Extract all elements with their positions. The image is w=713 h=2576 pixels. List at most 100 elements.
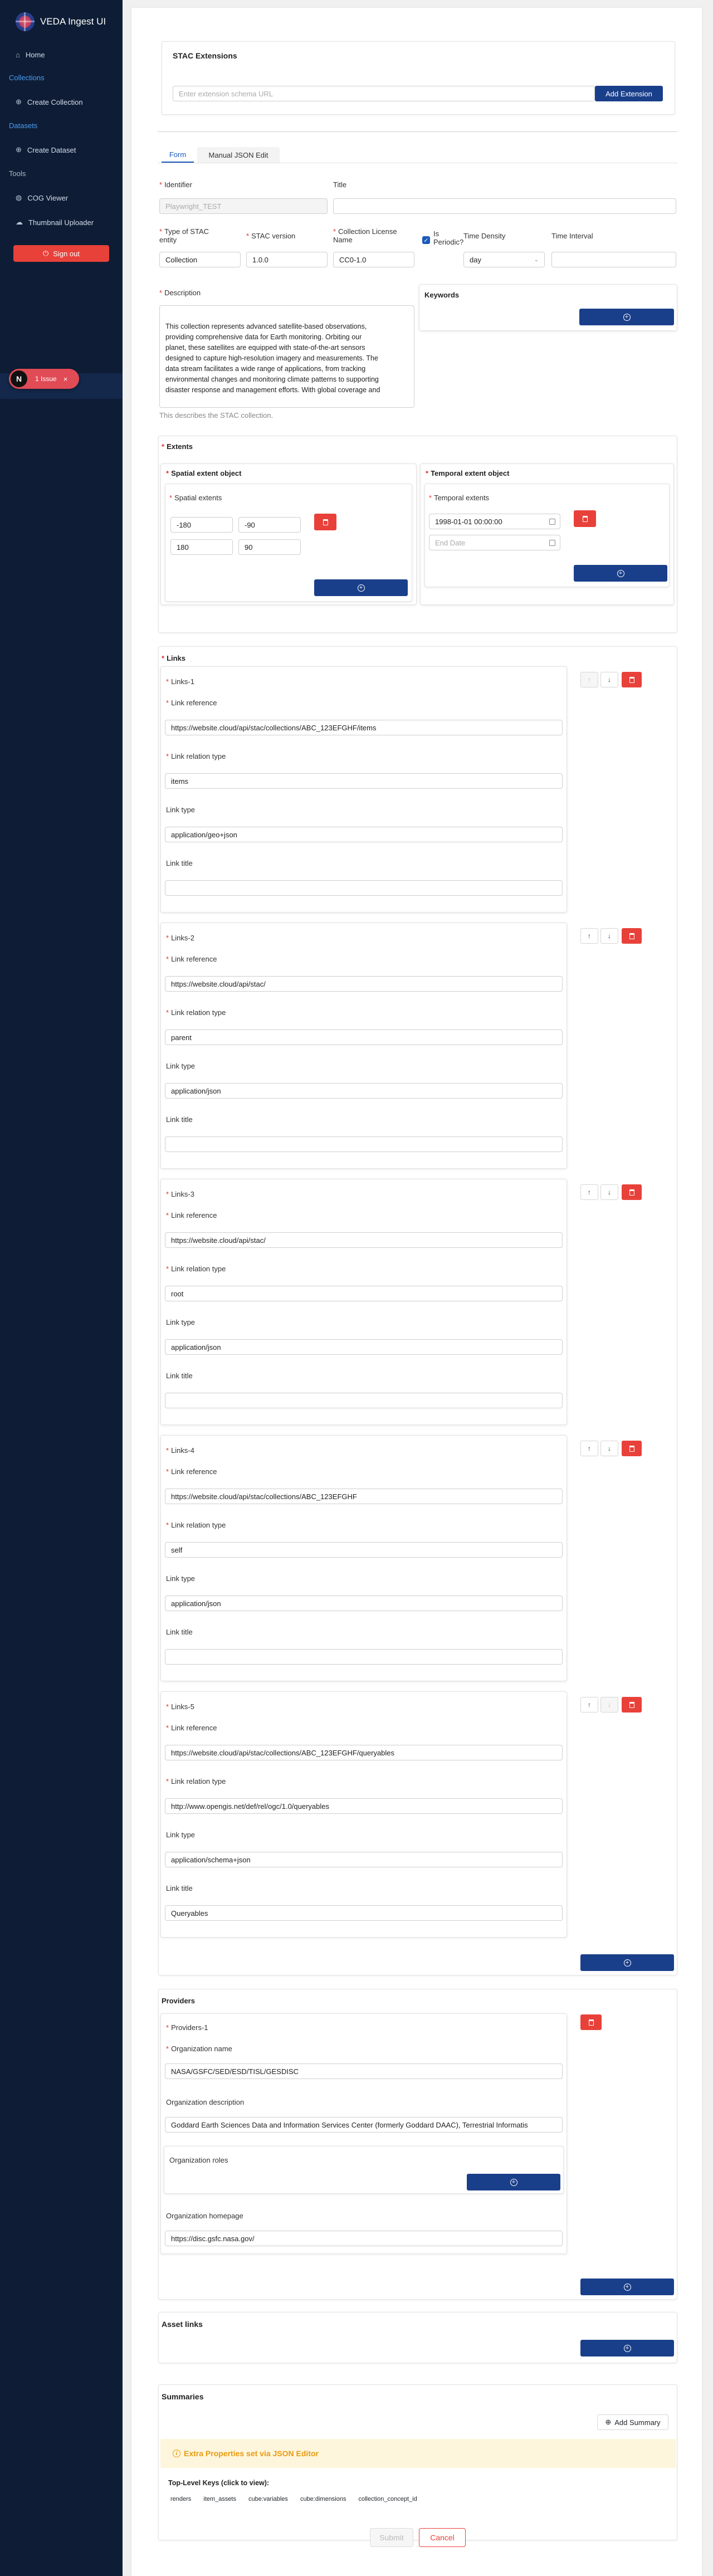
key-chip[interactable]: item_assets: [200, 2494, 240, 2505]
add-spatial-extent-button[interactable]: +: [314, 579, 408, 596]
sidebar-item-cog-viewer[interactable]: ◍ COG Viewer: [0, 191, 123, 205]
remove-link-button[interactable]: [622, 928, 642, 944]
move-up-button[interactable]: ↑: [580, 928, 598, 944]
link-type-input[interactable]: application/geo+json: [165, 827, 563, 842]
app-brand[interactable]: VEDA Ingest UI: [16, 12, 106, 31]
time-interval-input[interactable]: [551, 252, 676, 267]
link-relation-input[interactable]: items: [165, 773, 563, 789]
tab-manual-json-edit[interactable]: Manual JSON Edit: [197, 147, 280, 163]
link-type-input[interactable]: application/schema+json: [165, 1852, 563, 1867]
link-relation-input[interactable]: self: [165, 1542, 563, 1558]
move-up-button[interactable]: ↑: [580, 1441, 598, 1456]
issues-badge[interactable]: N 1 Issue ×: [9, 369, 79, 389]
link-relation-input[interactable]: http://www.opengis.net/def/rel/ogc/1.0/q…: [165, 1798, 563, 1814]
description-label: * Description: [159, 289, 201, 297]
bbox-south-input[interactable]: -90: [238, 517, 301, 533]
link-relation-input[interactable]: parent: [165, 1030, 563, 1045]
remove-link-button[interactable]: [622, 1184, 642, 1200]
link-relation-input[interactable]: root: [165, 1286, 563, 1301]
link-type-input[interactable]: application/json: [165, 1596, 563, 1611]
sidebar-item-home[interactable]: ⌂ Home: [0, 47, 123, 62]
key-chip[interactable]: renders: [167, 2494, 195, 2505]
link-reference-label: * Link reference: [166, 1724, 217, 1732]
divider: [158, 131, 677, 132]
link-relation-label: * Link relation type: [166, 752, 226, 760]
link-reference-input[interactable]: https://website.cloud/api/stac/collectio…: [165, 1489, 563, 1504]
close-icon[interactable]: ×: [64, 375, 68, 383]
link-reference-input[interactable]: https://website.cloud/api/stac/collectio…: [165, 1745, 563, 1760]
move-down-button[interactable]: ↓: [600, 1441, 618, 1456]
home-icon: ⌂: [16, 50, 20, 59]
sidebar-item-thumbnail-uploader[interactable]: ☁ Thumbnail Uploader: [0, 215, 123, 230]
link-type-input[interactable]: application/json: [165, 1083, 563, 1099]
sidebar-item-create-collection[interactable]: ⊕ Create Collection: [0, 95, 123, 109]
sign-out-button[interactable]: ⏻ Sign out: [13, 245, 109, 262]
collections-header[interactable]: Collections: [9, 74, 45, 82]
move-down-button[interactable]: ↓: [600, 672, 618, 687]
description-textarea[interactable]: This collection represents advanced sate…: [159, 305, 414, 408]
org-description-input[interactable]: Goddard Earth Sciences Data and Informat…: [165, 2117, 563, 2133]
bbox-north-input[interactable]: 90: [238, 539, 301, 555]
identifier-input[interactable]: Playwright_TEST: [159, 198, 328, 214]
tab-form[interactable]: Form: [162, 147, 194, 163]
remove-link-button[interactable]: [622, 672, 642, 687]
chevron-down-icon: ⌄: [534, 256, 539, 263]
app-title: VEDA Ingest UI: [40, 16, 106, 27]
start-date-input[interactable]: 1998-01-01 00:00:00: [429, 514, 560, 529]
link-reference-input[interactable]: https://website.cloud/api/stac/: [165, 1232, 563, 1248]
temporal-extent-title: * Temporal extent object: [426, 469, 510, 477]
link-reference-input[interactable]: https://website.cloud/api/stac/: [165, 976, 563, 992]
move-up-button[interactable]: ↑: [580, 672, 598, 687]
move-up-button[interactable]: ↑: [580, 1697, 598, 1713]
add-role-button[interactable]: +: [467, 2174, 560, 2190]
link-title-input[interactable]: Queryables: [165, 1905, 563, 1921]
datasets-header[interactable]: Datasets: [9, 121, 37, 130]
move-up-button[interactable]: ↑: [580, 1184, 598, 1200]
end-date-input[interactable]: End Date: [429, 535, 560, 550]
remove-spatial-extent-button[interactable]: [314, 514, 336, 530]
sidebar-item-create-dataset[interactable]: ⊕ Create Dataset: [0, 143, 123, 157]
remove-link-button[interactable]: [622, 1441, 642, 1456]
move-down-button[interactable]: ↓: [600, 1697, 618, 1713]
submit-button[interactable]: Submit: [370, 2528, 413, 2547]
bbox-west-input[interactable]: -180: [170, 517, 233, 533]
time-density-select[interactable]: day ⌄: [463, 252, 545, 267]
add-provider-button[interactable]: +: [580, 2279, 674, 2295]
links-title: * Links: [162, 654, 186, 662]
link-reference-input[interactable]: https://website.cloud/api/stac/collectio…: [165, 720, 563, 735]
link-title-input[interactable]: [165, 1649, 563, 1665]
title-input[interactable]: [333, 198, 676, 214]
org-homepage-input[interactable]: https://disc.gsfc.nasa.gov/: [165, 2231, 563, 2246]
add-keyword-button[interactable]: +: [579, 309, 674, 325]
plus-circle-icon: ⊕: [605, 2418, 612, 2426]
link-title-input[interactable]: [165, 880, 563, 896]
move-down-button[interactable]: ↓: [600, 1184, 618, 1200]
move-down-button[interactable]: ↓: [600, 928, 618, 944]
add-summary-button[interactable]: ⊕ Add Summary: [597, 2414, 668, 2430]
arrow-up-icon: ↑: [588, 1445, 591, 1452]
add-extension-button[interactable]: Add Extension: [595, 86, 663, 101]
asset-links-title: Asset links: [162, 2320, 203, 2329]
plus-icon: +: [623, 313, 631, 321]
add-link-button[interactable]: +: [580, 1954, 674, 1971]
stac-version-input[interactable]: 1.0.0: [246, 252, 328, 267]
license-input[interactable]: CC0-1.0: [333, 252, 414, 267]
key-chip[interactable]: cube:dimensions: [296, 2494, 350, 2505]
remove-link-button[interactable]: [622, 1697, 642, 1713]
link-title-input[interactable]: [165, 1393, 563, 1408]
cancel-button[interactable]: Cancel: [419, 2528, 466, 2547]
remove-provider-button[interactable]: [580, 2014, 602, 2030]
is-periodic-checkbox[interactable]: ✓: [422, 236, 430, 244]
remove-temporal-extent-button[interactable]: [574, 510, 596, 527]
add-temporal-extent-button[interactable]: +: [574, 565, 667, 582]
type-input[interactable]: Collection: [159, 252, 241, 267]
link-type-input[interactable]: application/json: [165, 1339, 563, 1355]
tools-header: Tools: [9, 169, 26, 178]
key-chip[interactable]: cube:variables: [245, 2494, 291, 2505]
key-chip[interactable]: collection_concept_id: [355, 2494, 421, 2505]
org-name-input[interactable]: NASA/GSFC/SED/ESD/TISL/GESDISC: [165, 2063, 563, 2079]
link-title-input[interactable]: [165, 1136, 563, 1152]
extension-url-input[interactable]: Enter extension schema URL: [173, 86, 595, 101]
bbox-east-input[interactable]: 180: [170, 539, 233, 555]
add-asset-button[interactable]: +: [580, 2340, 674, 2357]
